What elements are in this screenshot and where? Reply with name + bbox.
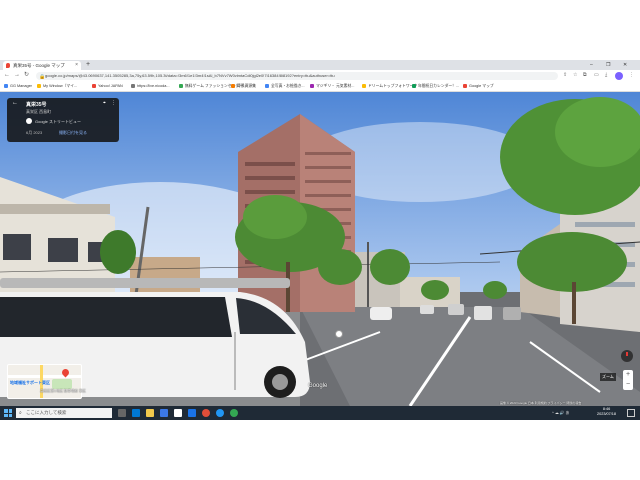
downloads-icon[interactable]: ⤓ [605,71,607,80]
chrome-icon[interactable] [230,409,238,417]
sidebar-icon[interactable]: ▭ [594,71,599,80]
close-window-button[interactable]: ✕ [623,60,627,70]
bookmark-item[interactable]: GG Manager [4,81,32,92]
reload-icon[interactable]: ↻ [24,70,29,81]
see-more-dates-link[interactable]: 撮影日付を見る [59,130,87,136]
browser-window: 真栄35号 - Google マップ × + – ❐ ✕ ← → ↻ 🔒 goo… [0,60,640,420]
google-logo: Google [308,383,328,389]
url-text: google.co.jp/maps/@43.0690637,141.350528… [45,72,335,78]
menu-icon[interactable]: ⋮ [629,71,634,80]
compass-icon[interactable] [621,350,633,362]
forward-icon[interactable]: → [14,70,20,81]
taskbar-search-input[interactable]: ⌕ ここに入力して検索 [16,408,112,418]
lock-icon: 🔒 [39,73,46,80]
windows-start-icon[interactable] [4,409,12,417]
bookmark-item[interactable]: https://live.nicoda... [131,81,170,92]
zoom-tooltip: ズーム [600,373,616,381]
google-streetview-icon [26,118,32,124]
map-pin-icon [6,63,10,68]
bookmark-icon [92,83,96,88]
restore-button[interactable]: ❐ [606,60,610,70]
bookmark-icon [265,83,269,88]
back-icon[interactable]: ← [4,70,10,81]
tab-close-icon[interactable]: × [75,61,78,70]
bookmark-item[interactable]: マジギリ・ 元気素材... [310,81,354,92]
minimize-button[interactable]: – [590,60,593,70]
new-tab-button[interactable]: + [86,60,90,70]
taskbar-clock[interactable]: 8:46 2023/07/18 [597,407,616,417]
locality: 真栄区 西島町 [26,109,52,114]
tab-google-maps[interactable]: 真栄35号 - Google マップ × [3,61,81,70]
share-icon[interactable]: ⇪ [563,71,567,80]
bookmark-icon [310,83,314,88]
star-icon[interactable]: ☆ [573,71,577,80]
photos-icon[interactable] [216,409,224,417]
address-bar[interactable]: 🔒 google.co.jp/maps/@43.0690637,141.3505… [36,71,558,80]
word-icon[interactable] [188,409,196,417]
minimap-caption: 高田区第1地区 駐車場前 東区 [40,389,86,393]
bookmark-icon [179,83,183,88]
bookmark-item[interactable]: Google マップ [463,81,494,92]
zoom-out-button[interactable]: − [623,380,633,390]
minimap-label: 地域福祉サポート東区 [10,380,50,385]
bookmark-icon [362,83,366,88]
bookmarks-bar: GG Manager My Window（マイ... Yahoo! JAPAN … [0,81,640,92]
capture-date: 6月 2023 [26,130,43,135]
tab-title: 真栄35号 - Google マップ [13,63,65,68]
bookmark-item[interactable]: 背景資源集 [231,81,256,92]
extension-icon[interactable]: ⧉ [583,71,587,80]
mail-icon[interactable] [174,409,182,417]
search-placeholder: ここに入力して検索 [26,410,67,415]
search-icon: ⌕ [19,410,22,416]
zoom-in-button[interactable]: + [623,370,633,380]
tab-strip: 真栄35号 - Google マップ × + – ❐ ✕ [0,60,640,70]
bookmark-item[interactable]: Yahoo! JAPAN [92,81,123,92]
copyright-text[interactable]: 画像 © 2023 Google 日本 利用規約 プライバシー 問題の報告 [500,401,581,405]
location-pin-icon[interactable]: ⌖ [103,100,106,106]
zoom-control: + − [623,370,633,390]
task-view-icon[interactable] [118,409,126,417]
navigation-marker[interactable] [335,330,343,338]
more-options-icon[interactable]: ⋮ [111,100,116,106]
bookmark-icon [231,83,235,88]
street-view-info-card: ← 真栄35号 真栄区 西島町 ⌖ ⋮ Google ストリートビュー 6月 2… [7,98,119,142]
street-view-brand: Google ストリートビュー [35,119,82,124]
street-view-panorama[interactable]: ← 真栄35号 真栄区 西島町 ⌖ ⋮ Google ストリートビュー 6月 2… [0,92,640,406]
powerpoint-icon[interactable] [202,409,210,417]
bookmark-item[interactable]: 全写真・お絵描き... [265,81,305,92]
browser-toolbar: ← → ↻ 🔒 google.co.jp/maps/@43.0690637,14… [0,70,640,81]
minimap-park [52,379,72,389]
place-name: 真栄35号 [26,102,47,108]
bookmark-icon [37,83,41,88]
edge-icon[interactable] [132,409,140,417]
bookmark-item[interactable]: My Window（マイ... [37,81,77,92]
bookmark-item[interactable]: 年間祝日カレンダー！... [412,81,459,92]
file-explorer-icon[interactable] [146,409,154,417]
bookmark-icon [4,83,8,88]
windows-taskbar: ⌕ ここに入力して検索 ^ ☁ 🔊 あ 8:46 2023/07/18 [0,406,640,420]
clock-date: 2023/07/18 [597,412,617,416]
minimap-road [8,375,81,378]
store-icon[interactable] [160,409,168,417]
system-tray[interactable]: ^ ☁ 🔊 あ [552,406,569,420]
bookmark-icon [463,83,467,88]
notification-icon[interactable] [627,409,635,417]
bookmark-icon [131,83,135,88]
back-arrow-icon[interactable]: ← [12,100,18,106]
bookmark-icon [412,83,416,88]
bookmark-item[interactable]: ドリームトップフォトワーク [362,81,417,92]
profile-avatar[interactable] [615,71,623,80]
